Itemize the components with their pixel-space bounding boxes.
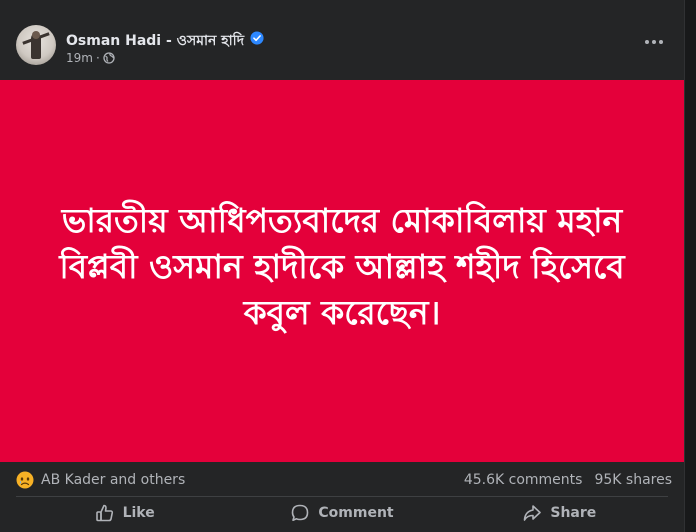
share-button[interactable]: Share bbox=[451, 497, 668, 529]
post-header: Osman Hadi - ওসমান হাদি 19m · bbox=[0, 0, 684, 80]
reactors-text[interactable]: AB Kader and others bbox=[41, 472, 185, 488]
more-dot bbox=[652, 40, 656, 44]
shares-count[interactable]: 95K shares bbox=[594, 472, 672, 488]
comment-button[interactable]: Comment bbox=[233, 497, 450, 529]
engagement-counts: 45.6K comments 95K shares bbox=[464, 472, 672, 488]
post-time[interactable]: 19m bbox=[66, 51, 93, 65]
meta-separator: · bbox=[95, 51, 100, 65]
like-label: Like bbox=[122, 505, 155, 521]
author-name[interactable]: Osman Hadi - ওসমান হাদি bbox=[66, 29, 244, 53]
more-options-button[interactable] bbox=[640, 32, 668, 52]
like-button[interactable]: Like bbox=[16, 497, 233, 529]
comments-count[interactable]: 45.6K comments bbox=[464, 472, 583, 488]
post-card: Osman Hadi - ওসমান হাদি 19m · ভারতীয় আধ… bbox=[0, 0, 685, 532]
share-icon bbox=[524, 505, 542, 521]
avatar-figure-head bbox=[32, 31, 40, 39]
post-meta: 19m · bbox=[66, 51, 115, 65]
author-avatar[interactable] bbox=[16, 25, 56, 65]
globe-icon[interactable] bbox=[103, 52, 115, 64]
sad-emoji-icon[interactable] bbox=[16, 471, 34, 489]
share-label: Share bbox=[550, 505, 597, 521]
comment-label: Comment bbox=[318, 505, 394, 521]
more-dot bbox=[645, 40, 649, 44]
thumbs-up-icon bbox=[95, 504, 113, 522]
post-image-text: ভারতীয় আধিপত্যবাদের মোকাবিলায় মহান বিপ… bbox=[59, 201, 625, 332]
verified-badge-icon bbox=[250, 31, 264, 45]
comment-icon bbox=[292, 504, 309, 521]
reactions-row: AB Kader and others 45.6K comments 95K s… bbox=[0, 462, 684, 496]
more-dot bbox=[659, 40, 663, 44]
action-bar: Like Comment Share bbox=[16, 497, 668, 529]
post-image[interactable]: ভারতীয় আধিপত্যবাদের মোকাবিলায় মহান বিপ… bbox=[0, 80, 684, 462]
